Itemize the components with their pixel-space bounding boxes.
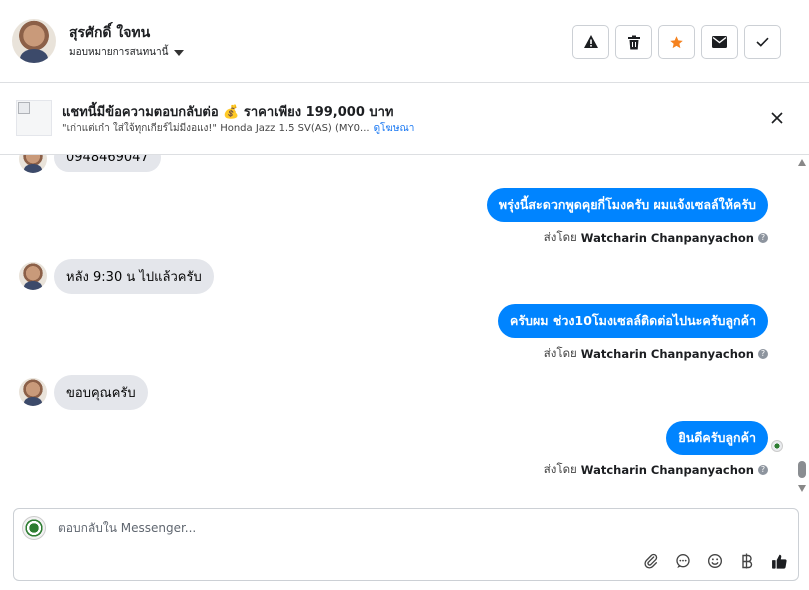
contact-avatar-small [19, 378, 47, 406]
ad-subtitle: "เก่าแต่เก๋า ใส่ใจ้ทุกเกียร์ไม่มีงอแง!" … [62, 123, 370, 134]
close-ad-bar-button[interactable] [768, 109, 786, 127]
sent-by-prefix: ส่งโดย [543, 346, 577, 360]
ad-subtitle-row: "เก่าแต่เก๋า ใส่ใจ้ทุกเกียร์ไม่มีงอแง!" … [62, 121, 414, 136]
scroll-down-arrow-icon[interactable] [798, 485, 806, 492]
warning-icon [583, 35, 598, 48]
assign-conversation-dropdown[interactable]: มอบหมายการสนทนานี้ [69, 45, 185, 60]
view-ad-link[interactable]: ดูโฆษณา [374, 121, 415, 136]
star-icon [670, 35, 683, 48]
thumbs-up-icon [771, 554, 787, 569]
incoming-message[interactable]: 0948469047 [54, 155, 161, 172]
emoji-icon [708, 554, 722, 568]
outgoing-message[interactable]: พรุ่งนี้สะดวกพูดคุยกี่โมงครับ ผมแจ้งเซลล… [486, 188, 768, 222]
saved-reply-button[interactable] [672, 550, 694, 572]
thumbs-up-button[interactable] [768, 550, 790, 572]
help-icon[interactable]: ? [758, 233, 768, 243]
payment-button[interactable] [736, 550, 758, 572]
incoming-message[interactable]: หลัง 9:30 น ไปแล้วครับ [54, 259, 214, 294]
scroll-up-arrow-icon[interactable] [798, 159, 806, 166]
composer-toolbar [640, 550, 790, 572]
seen-avatar [771, 440, 783, 452]
sender-name: Watcharin Chanpanyachon [580, 231, 754, 245]
reply-composer [13, 508, 799, 581]
outgoing-message[interactable]: ยินดีครับลูกค้า [666, 421, 768, 455]
trash-icon [627, 35, 640, 49]
star-button[interactable] [658, 25, 695, 59]
scrollbar-thumb[interactable] [798, 461, 806, 478]
sender-name: Watcharin Chanpanyachon [580, 347, 754, 361]
contact-name[interactable]: สุรศักดิ์ ใจทน [69, 22, 150, 44]
sent-by-line: ส่งโดย Watcharin Chanpanyachon ? [544, 229, 768, 247]
contact-avatar-small [19, 262, 47, 290]
envelope-icon [712, 36, 727, 48]
contact-avatar[interactable] [12, 19, 56, 63]
assign-label: มอบหมายการสนทนานี้ [69, 47, 169, 58]
attach-button[interactable] [640, 550, 662, 572]
help-icon[interactable]: ? [758, 465, 768, 475]
saved-reply-icon [676, 554, 690, 568]
page-avatar [22, 516, 46, 540]
mark-unread-button[interactable] [701, 25, 738, 59]
sent-by-line: ส่งโดย Watcharin Chanpanyachon ? [544, 345, 768, 363]
sent-by-prefix: ส่งโดย [543, 462, 577, 476]
report-button[interactable] [572, 25, 609, 59]
mark-done-button[interactable] [744, 25, 781, 59]
check-icon [756, 37, 769, 47]
sent-by-prefix: ส่งโดย [543, 230, 577, 244]
reply-input[interactable] [58, 521, 658, 535]
paperclip-icon [644, 553, 658, 569]
contact-avatar-small [19, 155, 47, 173]
close-icon [771, 112, 783, 124]
ad-thumbnail[interactable] [16, 100, 52, 136]
ad-title: แชทนี้มีข้อความตอบกลับต่อ 💰 ราคาเพียง 19… [62, 105, 394, 120]
emoji-button[interactable] [704, 550, 726, 572]
delete-button[interactable] [615, 25, 652, 59]
help-icon[interactable]: ? [758, 349, 768, 359]
conversation-header: สุรศักดิ์ ใจทน มอบหมายการสนทนานี้ [0, 0, 809, 83]
baht-icon [742, 553, 753, 569]
outgoing-message[interactable]: ครับผม ช่วง10โมงเซลล์ติดต่อไปนะครับลูกค้… [497, 304, 768, 338]
header-actions [572, 25, 781, 59]
message-thread[interactable]: 0948469047 พรุ่งนี้สะดวกพูดคุยกี่โมงครับ… [0, 155, 795, 503]
sent-by-line: ส่งโดย Watcharin Chanpanyachon ? [544, 461, 768, 479]
caret-down-icon [174, 49, 185, 56]
incoming-message[interactable]: ขอบคุณครับ [54, 375, 148, 410]
thread-scrollbar[interactable] [795, 155, 809, 495]
sender-name: Watcharin Chanpanyachon [580, 463, 754, 477]
